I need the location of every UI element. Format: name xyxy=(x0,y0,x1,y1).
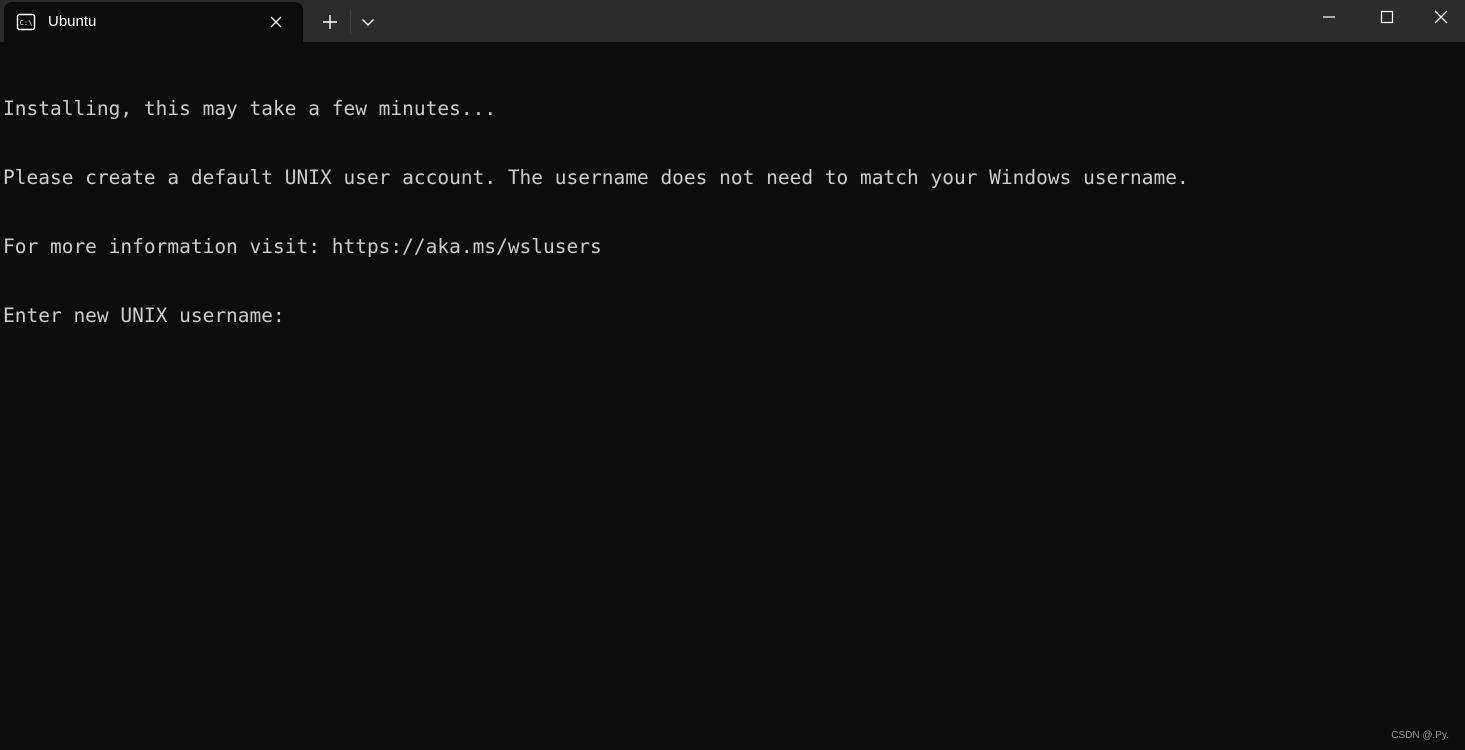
tab-ubuntu[interactable]: C:\ Ubuntu xyxy=(4,2,303,42)
terminal-prompt-line[interactable]: Enter new UNIX username: xyxy=(3,304,1465,327)
close-window-button[interactable] xyxy=(1416,0,1465,34)
chevron-down-icon xyxy=(354,19,382,42)
close-icon xyxy=(1434,10,1447,24)
watermark: CSDN @.Py. xyxy=(1391,730,1449,741)
minimize-icon xyxy=(1323,16,1335,18)
plus-icon xyxy=(314,15,346,42)
terminal-window: C:\ Ubuntu Installing, this may take a f… xyxy=(0,0,1465,750)
maximize-button[interactable] xyxy=(1358,0,1416,34)
terminal-output[interactable]: Installing, this may take a few minutes.… xyxy=(3,51,1465,373)
tab-title: Ubuntu xyxy=(48,13,97,30)
terminal-line: Please create a default UNIX user accoun… xyxy=(3,166,1189,189)
title-bar[interactable]: C:\ Ubuntu xyxy=(0,0,1465,42)
minimize-button[interactable] xyxy=(1300,0,1358,34)
close-tab-icon[interactable] xyxy=(267,13,285,31)
svg-text:C:\: C:\ xyxy=(20,18,33,27)
terminal-line: For more information visit: https://aka.… xyxy=(3,235,602,258)
terminal-icon: C:\ xyxy=(16,12,36,32)
terminal-line: Installing, this may take a few minutes.… xyxy=(3,97,497,120)
tab-divider xyxy=(350,10,351,34)
new-tab-button[interactable] xyxy=(314,6,346,38)
maximize-icon xyxy=(1380,10,1394,24)
tab-dropdown-button[interactable] xyxy=(354,6,382,38)
